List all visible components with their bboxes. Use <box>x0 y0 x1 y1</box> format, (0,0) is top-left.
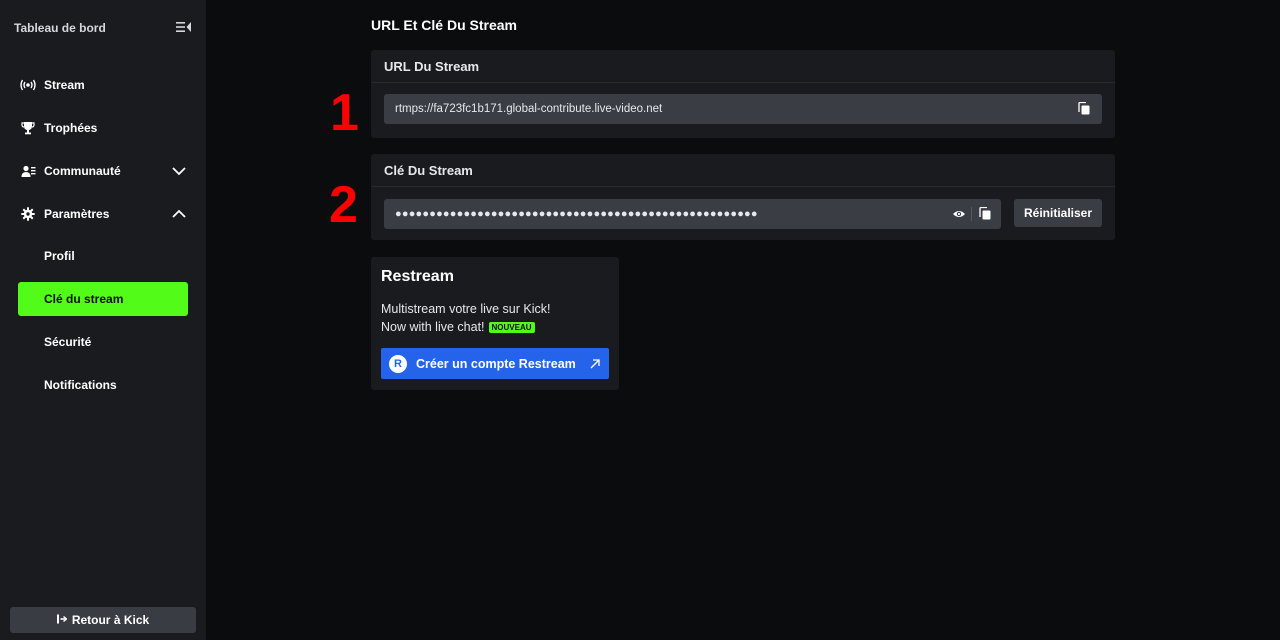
sidebar-item-label: Communauté <box>44 164 121 178</box>
stream-url-value[interactable]: rtmps://fa723fc1b171.global-contribute.l… <box>395 103 662 115</box>
chevron-down-icon[interactable] <box>172 164 186 178</box>
sidebar-subitem-label: Profil <box>44 249 75 263</box>
sidebar-subitem-label: Clé du stream <box>44 292 124 306</box>
card-header: URL Du Stream <box>371 50 1115 83</box>
annotation-number-1: 1 <box>330 84 359 142</box>
sidebar-item-settings[interactable]: Paramètres <box>18 197 188 231</box>
back-to-kick-button[interactable]: Retour à Kick <box>10 607 196 633</box>
page-title: URL Et Clé Du Stream <box>371 17 517 33</box>
broadcast-icon <box>20 77 36 93</box>
sidebar-header: Tableau de bord <box>14 20 192 36</box>
stream-key-heading: Clé Du Stream <box>384 162 473 178</box>
copy-icon[interactable] <box>979 206 993 221</box>
sidebar-item-community[interactable]: Communauté <box>18 154 188 188</box>
annotation-number-2: 2 <box>329 176 358 234</box>
collapse-sidebar-icon[interactable] <box>176 20 192 34</box>
sidebar-subitem-stream-key[interactable]: Clé du stream <box>18 282 188 316</box>
stream-url-card: URL Du Stream rtmps://fa723fc1b171.globa… <box>371 50 1115 138</box>
restream-title: Restream <box>381 268 454 285</box>
field-divider <box>971 207 972 221</box>
restream-chat-line: Now with live chat! NOUVEAU <box>381 320 535 334</box>
trophy-icon <box>20 120 36 136</box>
restream-card: Restream Multistream votre live sur Kick… <box>371 257 619 390</box>
restream-chat-text: Now with live chat! <box>381 320 485 334</box>
create-restream-account-button[interactable]: R Créer un compte Restream <box>381 348 609 379</box>
restream-logo-icon: R <box>389 354 407 373</box>
sidebar: Tableau de bord Stream Trophées Communau… <box>0 0 206 640</box>
sidebar-subitem-profile[interactable]: Profil <box>18 239 188 273</box>
sidebar-subitem-label: Notifications <box>44 378 117 392</box>
copy-icon[interactable] <box>1078 101 1092 116</box>
card-header: Clé Du Stream <box>371 154 1115 187</box>
chevron-up-icon[interactable] <box>172 207 186 221</box>
external-link-icon <box>589 357 601 369</box>
gear-icon <box>20 206 36 222</box>
sidebar-item-label: Stream <box>44 78 85 92</box>
reset-key-button[interactable]: Réinitialiser <box>1014 199 1102 227</box>
sidebar-item-label: Trophées <box>44 121 98 135</box>
restream-description: Multistream votre live sur Kick! <box>381 302 551 316</box>
stream-key-value[interactable]: ●●●●●●●●●●●●●●●●●●●●●●●●●●●●●●●●●●●●●●●●… <box>395 208 758 220</box>
stream-key-card: Clé Du Stream ●●●●●●●●●●●●●●●●●●●●●●●●●●… <box>371 154 1115 240</box>
sidebar-item-stream[interactable]: Stream <box>18 68 188 102</box>
exit-icon <box>56 611 68 629</box>
stream-url-field[interactable]: rtmps://fa723fc1b171.global-contribute.l… <box>384 94 1102 124</box>
sidebar-item-label: Paramètres <box>44 207 110 221</box>
back-to-kick-label: Retour à Kick <box>71 613 150 627</box>
sidebar-subitem-security[interactable]: Sécurité <box>18 325 188 359</box>
new-badge: NOUVEAU <box>488 322 535 333</box>
sidebar-subitem-notifications[interactable]: Notifications <box>18 368 188 402</box>
stream-key-field[interactable]: ●●●●●●●●●●●●●●●●●●●●●●●●●●●●●●●●●●●●●●●●… <box>384 199 1001 229</box>
sidebar-title: Tableau de bord <box>14 21 106 35</box>
sidebar-item-trophies[interactable]: Trophées <box>18 111 188 145</box>
community-icon <box>20 163 36 179</box>
create-restream-account-label: Créer un compte Restream <box>416 356 576 371</box>
sidebar-subitem-label: Sécurité <box>44 335 92 349</box>
stream-url-heading: URL Du Stream <box>384 58 480 74</box>
eye-icon[interactable] <box>952 207 966 221</box>
